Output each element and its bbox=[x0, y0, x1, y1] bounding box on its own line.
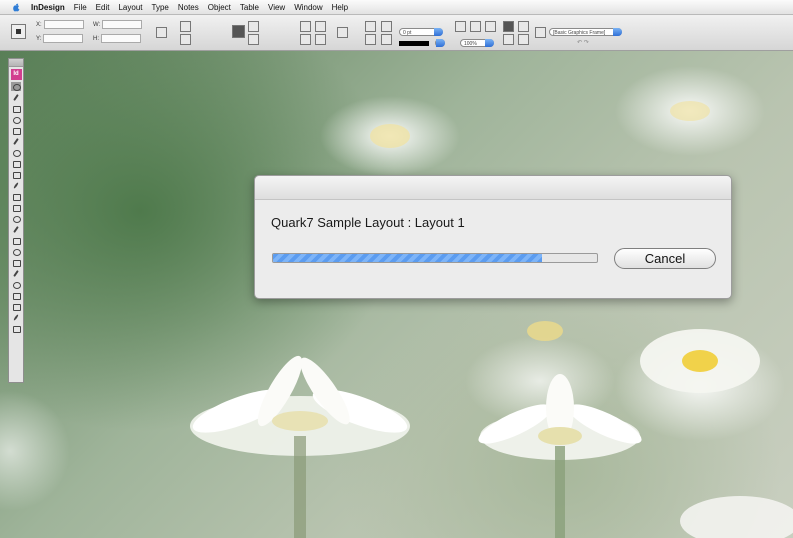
eyedropper-tool[interactable] bbox=[11, 225, 21, 234]
h-field[interactable]: H: bbox=[93, 34, 141, 43]
fit-proportionally-icon[interactable] bbox=[485, 21, 496, 32]
progress-bar bbox=[272, 253, 598, 263]
x-field[interactable]: X: bbox=[36, 20, 84, 29]
button-tool[interactable] bbox=[11, 247, 21, 256]
select-previous-icon[interactable] bbox=[381, 34, 392, 45]
scissors-tool[interactable] bbox=[11, 181, 21, 190]
view-mode-tool[interactable] bbox=[11, 324, 21, 333]
gradient-tool[interactable] bbox=[11, 203, 21, 212]
fit-frame-icon[interactable] bbox=[470, 21, 481, 32]
menu-item-notes[interactable]: Notes bbox=[178, 3, 199, 12]
undo-redo-icons[interactable]: ↶ ↷ bbox=[577, 39, 589, 46]
p-flip-icon[interactable] bbox=[337, 27, 348, 38]
menu-item-file[interactable]: File bbox=[74, 3, 87, 12]
menu-item-view[interactable]: View bbox=[268, 3, 285, 12]
constrain-proportions-icon[interactable] bbox=[156, 27, 167, 38]
progress-fill bbox=[273, 254, 542, 262]
rotate-clockwise-icon[interactable] bbox=[300, 21, 311, 32]
opacity-dropdown[interactable]: 100% bbox=[460, 39, 494, 47]
shear-angle-icon[interactable] bbox=[248, 34, 259, 45]
default-tool[interactable] bbox=[11, 302, 21, 311]
indesign-logo: Id bbox=[10, 69, 22, 80]
tools-panel: Id bbox=[8, 58, 24, 383]
menu-item-window[interactable]: Window bbox=[294, 3, 322, 12]
apple-icon[interactable] bbox=[11, 2, 21, 12]
control-panel: X: Y: W: H: 0 pt 100% [Basic Graphics Fr… bbox=[0, 15, 793, 51]
x-label: X: bbox=[36, 22, 42, 29]
wrap-around-bounding-box-icon[interactable] bbox=[518, 21, 529, 32]
tools-panel-header[interactable] bbox=[9, 59, 23, 67]
scale-x-icon[interactable] bbox=[180, 21, 191, 32]
fitting-content-icon[interactable] bbox=[455, 21, 466, 32]
menu-item-help[interactable]: Help bbox=[332, 3, 348, 12]
line-tool[interactable] bbox=[11, 148, 21, 157]
selection-tool[interactable] bbox=[11, 82, 21, 91]
select-content-icon[interactable] bbox=[365, 34, 376, 45]
menu-item-edit[interactable]: Edit bbox=[96, 3, 110, 12]
rotate-icon[interactable] bbox=[232, 25, 245, 38]
select-container-icon[interactable] bbox=[365, 21, 376, 32]
menu-item-layout[interactable]: Layout bbox=[118, 3, 142, 12]
object-style-value: [Basic Graphics Frame] bbox=[553, 30, 606, 36]
pen-tool[interactable] bbox=[11, 115, 21, 124]
fill-stroke-tool[interactable] bbox=[11, 280, 21, 289]
y-field[interactable]: Y: bbox=[36, 34, 84, 43]
pencil-tool[interactable] bbox=[11, 137, 21, 146]
select-next-icon[interactable] bbox=[381, 21, 392, 32]
flip-vertical-icon[interactable] bbox=[315, 34, 326, 45]
flip-horizontal-icon[interactable] bbox=[300, 34, 311, 45]
w-label: W: bbox=[93, 22, 101, 29]
free-transform-tool[interactable] bbox=[11, 192, 21, 201]
stroke-type-swatch[interactable] bbox=[399, 41, 429, 46]
menu-item-table[interactable]: Table bbox=[240, 3, 259, 12]
menu-bar: InDesign File Edit Layout Type Notes Obj… bbox=[0, 0, 793, 15]
type-tool[interactable] bbox=[11, 126, 21, 135]
opacity-value: 100% bbox=[464, 41, 477, 47]
text-wrap-icon[interactable] bbox=[503, 21, 514, 32]
drop-shadow-icon[interactable] bbox=[503, 34, 514, 45]
stroke-type-dropdown[interactable] bbox=[435, 39, 445, 47]
hand-tool[interactable] bbox=[11, 258, 21, 267]
w-field[interactable]: W: bbox=[93, 20, 143, 29]
object-style-dropdown[interactable]: [Basic Graphics Frame] bbox=[549, 28, 622, 36]
apply-color-tool[interactable] bbox=[11, 313, 21, 322]
feather-icon[interactable] bbox=[518, 34, 529, 45]
menu-item-indesign[interactable]: InDesign bbox=[31, 3, 65, 12]
rectangle-tool[interactable] bbox=[11, 170, 21, 179]
swap-tool[interactable] bbox=[11, 291, 21, 300]
rotate-counterclockwise-icon[interactable] bbox=[315, 21, 326, 32]
reference-point-icon[interactable] bbox=[11, 24, 26, 39]
stroke-weight-value: 0 pt bbox=[403, 30, 412, 36]
zoom-tool[interactable] bbox=[11, 269, 21, 278]
stroke-weight-dropdown[interactable]: 0 pt bbox=[399, 28, 443, 36]
progress-dialog: Quark7 Sample Layout : Layout 1 Cancel bbox=[254, 175, 732, 299]
note-tool[interactable] bbox=[11, 214, 21, 223]
chevron-down-icon bbox=[434, 28, 443, 36]
direct-selection-tool[interactable] bbox=[11, 93, 21, 102]
chevron-down-icon bbox=[485, 39, 494, 47]
rectangle-frame-tool[interactable] bbox=[11, 159, 21, 168]
cancel-button[interactable]: Cancel bbox=[614, 248, 716, 269]
object-style-icon[interactable] bbox=[535, 27, 546, 38]
chevron-down-icon bbox=[436, 39, 445, 47]
y-label: Y: bbox=[36, 36, 42, 43]
rotation-angle-icon[interactable] bbox=[248, 21, 259, 32]
scale-y-icon[interactable] bbox=[180, 34, 191, 45]
menu-item-type[interactable]: Type bbox=[152, 3, 169, 12]
menu-item-object[interactable]: Object bbox=[208, 3, 231, 12]
measure-tool[interactable] bbox=[11, 236, 21, 245]
progress-message: Quark7 Sample Layout : Layout 1 bbox=[271, 215, 465, 230]
chevron-down-icon bbox=[613, 28, 622, 36]
position-tool[interactable] bbox=[11, 104, 21, 113]
dialog-titlebar[interactable] bbox=[255, 176, 731, 200]
h-label: H: bbox=[93, 36, 99, 43]
